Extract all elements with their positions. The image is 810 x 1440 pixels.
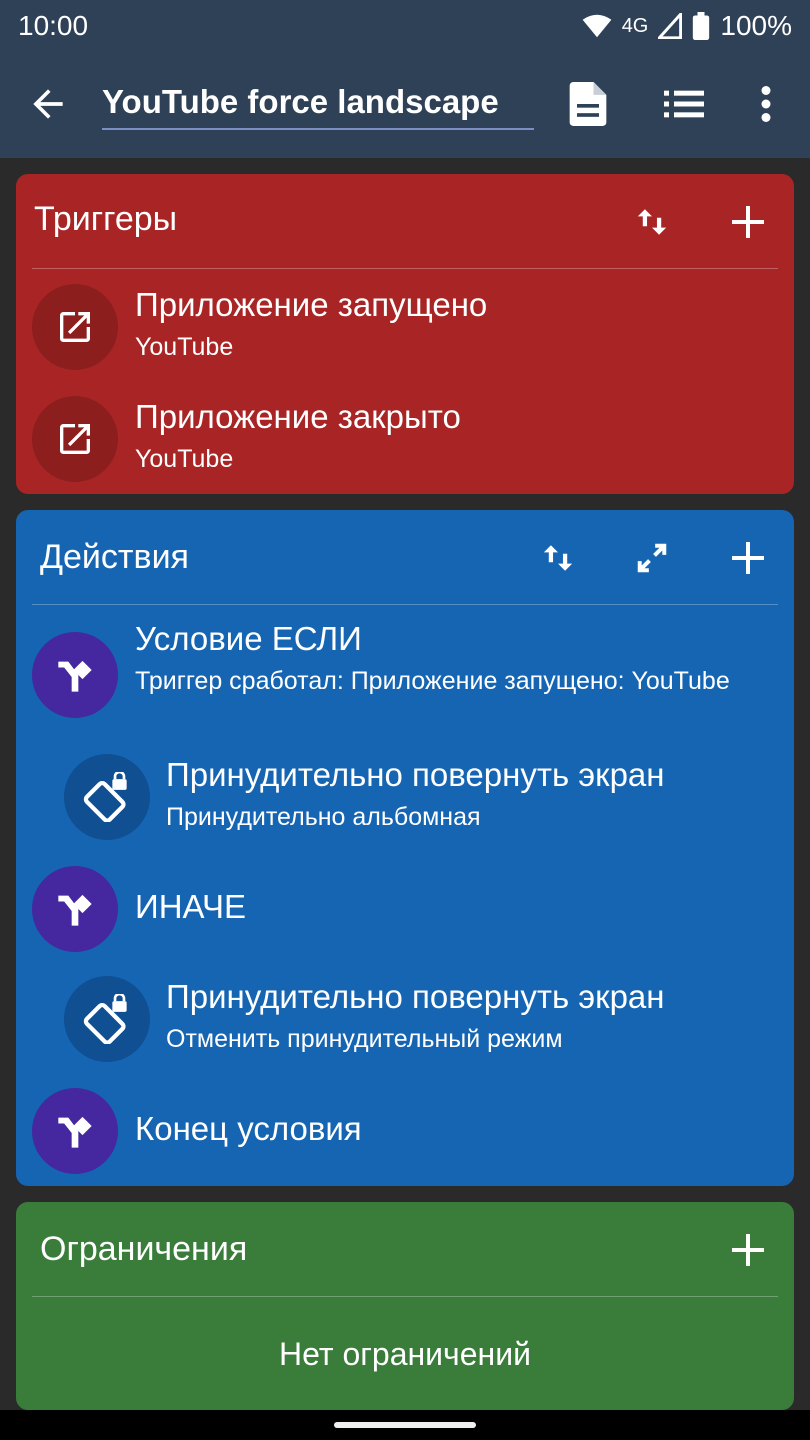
action-icon-circle <box>64 976 150 1062</box>
plus-icon <box>732 542 764 574</box>
trigger-title: Приложение запущено <box>135 286 488 323</box>
action-item-force-rotation[interactable]: Принудительно повернуть экран Принудител… <box>16 754 794 854</box>
action-item-else[interactable]: ИНАЧЕ <box>16 866 794 966</box>
actions-card: Действия Условие ЕСЛИ Триггер сработал: … <box>16 510 794 1186</box>
open-in-new-icon <box>60 312 90 342</box>
open-in-new-icon <box>60 424 90 454</box>
battery-percent: 100% <box>720 10 792 41</box>
trigger-item[interactable]: Приложение запущено YouTube <box>16 284 794 384</box>
actions-title: Действия <box>40 538 189 576</box>
action-title: ИНАЧЕ <box>135 888 246 925</box>
action-title: Принудительно повернуть экран <box>166 978 665 1015</box>
add-trigger-button[interactable] <box>726 200 770 244</box>
constraints-title: Ограничения <box>40 1230 248 1268</box>
action-subtitle: Триггер сработал: Приложение запущено: Y… <box>135 667 730 695</box>
action-title: Принудительно повернуть экран <box>166 756 665 793</box>
divider <box>32 604 778 605</box>
branch-icon <box>58 660 92 692</box>
constraints-card: Ограничения Нет ограничений <box>16 1202 794 1410</box>
back-button[interactable] <box>26 82 70 126</box>
actions-header: Действия <box>16 510 794 604</box>
expand-icon <box>637 543 667 573</box>
variables-list-button[interactable] <box>660 80 708 128</box>
status-time: 10:00 <box>18 10 89 41</box>
screen-rotation-lock-icon <box>83 772 127 822</box>
status-bar: 10:00 4G 100% <box>0 0 810 52</box>
triggers-title: Триггеры <box>34 200 178 238</box>
wifi-icon <box>582 14 612 38</box>
divider <box>32 1296 778 1297</box>
action-title: Конец условия <box>135 1110 362 1147</box>
list-icon <box>664 90 704 118</box>
branch-icon <box>58 894 92 926</box>
macro-name-field[interactable]: YouTube force landscape <box>102 74 534 130</box>
plus-icon <box>732 1234 764 1266</box>
description-button[interactable] <box>564 80 612 128</box>
trigger-item[interactable]: Приложение закрыто YouTube <box>16 396 794 496</box>
action-subtitle: Отменить принудительный режим <box>166 1025 563 1053</box>
constraints-header: Ограничения <box>16 1202 794 1296</box>
overflow-menu-button[interactable] <box>742 80 790 128</box>
trigger-subtitle: YouTube <box>135 445 234 473</box>
navigation-bar <box>0 1410 810 1440</box>
triggers-card: Триггеры Приложение запущено YouTube При… <box>16 174 794 494</box>
status-icons: 4G 100% <box>582 10 792 42</box>
add-constraint-button[interactable] <box>726 1228 770 1272</box>
app-bar: YouTube force landscape <box>0 52 810 158</box>
action-item-end-if[interactable]: Конец условия <box>16 1088 794 1188</box>
no-constraints-text: Нет ограничений <box>279 1336 531 1372</box>
branch-icon <box>58 1116 92 1148</box>
screen-rotation-lock-icon <box>83 994 127 1044</box>
action-item-force-rotation[interactable]: Принудительно повернуть экран Отменить п… <box>16 976 794 1076</box>
trigger-icon-circle <box>32 284 118 370</box>
battery-icon <box>693 12 710 40</box>
condition-icon-circle <box>32 1088 118 1174</box>
home-gesture-handle[interactable] <box>334 1422 476 1428</box>
plus-icon <box>732 206 764 238</box>
macro-name: YouTube force landscape <box>102 83 499 120</box>
signal-icon <box>658 13 683 39</box>
swap-vert-icon <box>543 545 573 571</box>
triggers-header: Триггеры <box>16 174 794 268</box>
add-action-button[interactable] <box>726 536 770 580</box>
trigger-subtitle: YouTube <box>135 333 234 361</box>
reorder-triggers-button[interactable] <box>630 200 674 244</box>
trigger-icon-circle <box>32 396 118 482</box>
back-arrow-icon <box>33 89 63 119</box>
document-icon <box>569 82 607 126</box>
trigger-title: Приложение закрыто <box>135 398 461 435</box>
swap-vert-icon <box>637 209 667 235</box>
expand-actions-button[interactable] <box>630 536 674 580</box>
action-icon-circle <box>64 754 150 840</box>
condition-icon-circle <box>32 866 118 952</box>
more-vert-icon <box>761 86 771 122</box>
network-type: 4G <box>621 14 649 37</box>
action-subtitle: Принудительно альбомная <box>166 803 481 831</box>
action-item-if[interactable]: Условие ЕСЛИ Триггер сработал: Приложени… <box>16 620 794 732</box>
divider <box>32 268 778 269</box>
reorder-actions-button[interactable] <box>536 536 580 580</box>
action-title: Условие ЕСЛИ <box>135 620 362 657</box>
condition-icon-circle <box>32 632 118 718</box>
